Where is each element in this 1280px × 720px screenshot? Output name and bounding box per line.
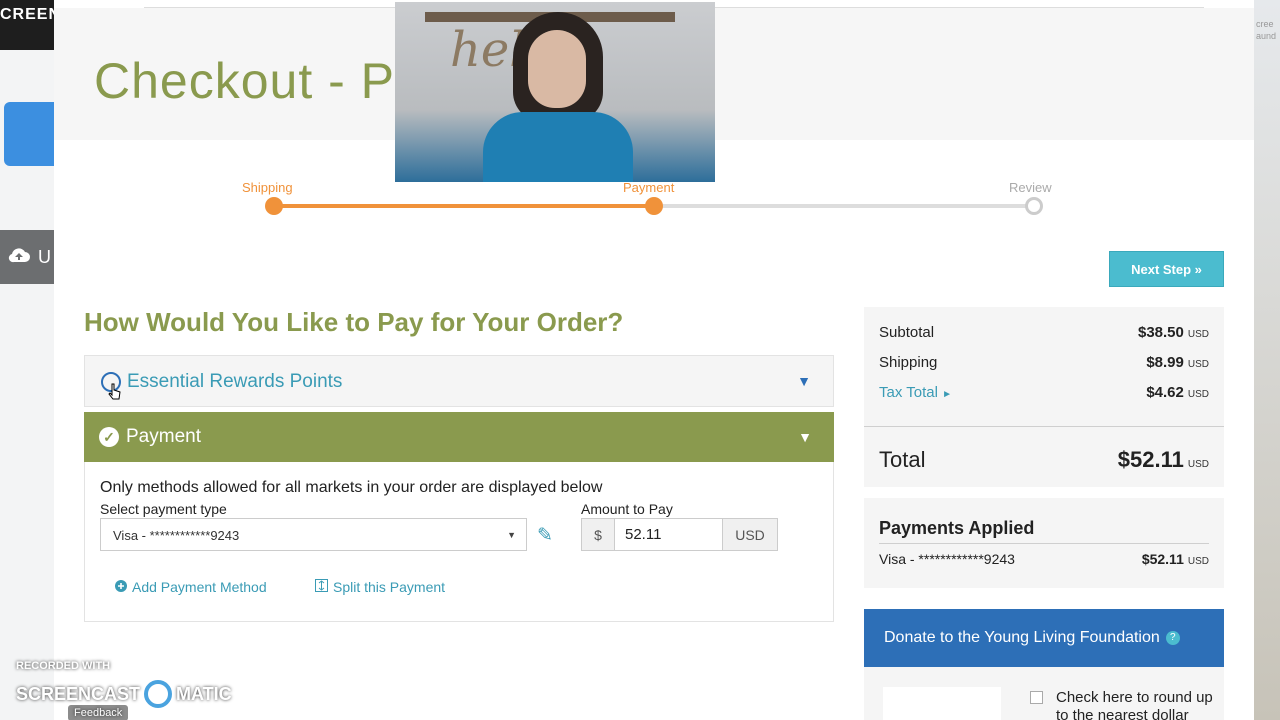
essential-rewards-accordion[interactable]: Essential Rewards Points ▼ [84, 355, 834, 407]
tax-value: $4.62 [1146, 384, 1184, 401]
payment-type-selected: Visa - ************9243 [113, 528, 240, 543]
upload-tab-label: U [38, 246, 51, 267]
step-payment-dot [645, 197, 663, 215]
next-step-button[interactable]: Next Step » [1109, 251, 1224, 287]
tax-total-label: Tax Total [879, 384, 938, 401]
tax-currency: USD [1187, 389, 1209, 400]
split-payment-label: Split this Payment [333, 579, 446, 595]
amount-to-pay-input[interactable] [615, 518, 722, 551]
brand-left-text: SCREENCAST [16, 683, 141, 704]
tax-row: Tax Total ► $4.62 USD [879, 384, 1209, 401]
brand-right-text: MATIC [176, 683, 232, 704]
amount-to-pay-label: Amount to Pay [581, 501, 673, 517]
subtotal-row: Subtotal $38.50 USD [879, 324, 1209, 341]
amount-to-pay-group: $ USD [581, 518, 778, 551]
shipping-value: $8.99 [1146, 354, 1184, 371]
payment-accordion-body: Only methods allowed for all markets in … [84, 462, 834, 622]
shipping-currency: USD [1187, 359, 1209, 370]
webcam-overlay: hello [395, 2, 715, 182]
dropdown-arrow-icon: ▼ [507, 530, 516, 540]
background-right-strip: cree aund [1254, 0, 1280, 720]
payment-methods-notice: Only methods allowed for all markets in … [100, 479, 603, 496]
step-review-label: Review [1009, 180, 1052, 195]
payment-type-label: Select payment type [100, 501, 227, 517]
total-value: $52.11 [1117, 447, 1184, 472]
upload-tab[interactable]: U [0, 230, 54, 284]
split-payment-link[interactable]: Split this Payment [315, 579, 445, 595]
shipping-row: Shipping $8.99 USD [879, 354, 1209, 371]
total-label: Total [879, 447, 926, 472]
caret-right-icon: ► [942, 389, 953, 400]
screencast-logo-icon [144, 680, 173, 708]
payment-type-select[interactable]: Visa - ************9243 ▼ [100, 518, 527, 551]
recorded-with-text: RECORDED WITH [16, 660, 111, 672]
cloud-upload-icon [8, 247, 30, 268]
page-title: Checkout - P [94, 53, 396, 109]
screencast-watermark: RECORDED WITH SCREENCAST MATIC Feedback [16, 660, 232, 720]
edit-pencil-icon[interactable]: ✎ [537, 524, 553, 547]
chevron-down-icon[interactable]: ▼ [797, 373, 811, 389]
currency-code-addon: USD [722, 518, 778, 551]
step-shipping-label[interactable]: Shipping [242, 180, 293, 195]
progress-track-complete [274, 204, 654, 208]
webcam-person-shirt [483, 112, 633, 182]
summary-divider [864, 426, 1224, 427]
background-left-strip: CREEN U [0, 0, 54, 720]
background-right-text: cree aund [1256, 19, 1277, 41]
donate-amount-box[interactable] [883, 687, 1001, 720]
plus-circle-icon [115, 579, 127, 595]
applied-payment-currency: USD [1187, 556, 1209, 567]
checkout-page: Checkout - P hello Shipping Payment Revi… [54, 0, 1254, 720]
donate-header: Donate to the Young Living Foundation ? [864, 609, 1224, 667]
step-review-dot [1025, 197, 1043, 215]
step-shipping-dot[interactable] [265, 197, 283, 215]
checkmark-icon: ✓ [99, 427, 119, 447]
tax-total-toggle[interactable]: Tax Total ► [879, 384, 952, 401]
shipping-label: Shipping [879, 354, 938, 371]
donate-title: Donate to the Young Living Foundation [884, 629, 1160, 646]
step-payment-label: Payment [623, 180, 675, 195]
currency-symbol-addon: $ [581, 518, 615, 551]
subtotal-label: Subtotal [879, 324, 935, 341]
chevron-down-icon[interactable]: ▼ [798, 429, 812, 445]
order-summary: Subtotal $38.50 USD Shipping $8.99 USD Tax… [864, 307, 1224, 487]
applied-payment-method: Visa - ************9243 [879, 551, 1015, 567]
split-icon [315, 579, 328, 595]
donate-panel: Check here to round up to the nearest do… [864, 667, 1224, 720]
help-icon[interactable]: ? [1165, 631, 1180, 645]
applied-payment-row: Visa - ************9243 $52.11 USD [879, 551, 1209, 567]
total-row: Total $52.11 USD [879, 447, 1209, 473]
round-up-label: Check here to round up to the nearest do… [1056, 689, 1213, 720]
progress-track-remaining [654, 204, 1034, 208]
subtotal-currency: USD [1187, 329, 1209, 340]
subtotal-value: $38.50 [1137, 324, 1184, 341]
payment-section-heading: How Would You Like to Pay for Your Order… [84, 307, 624, 337]
screencast-badge: CREEN [0, 0, 54, 50]
add-payment-method-label: Add Payment Method [132, 579, 267, 595]
total-currency: USD [1187, 459, 1209, 470]
rewards-accordion-label: Essential Rewards Points [127, 371, 343, 392]
feedback-button[interactable]: Feedback [68, 705, 129, 720]
payment-accordion-header[interactable]: ✓ Payment ▼ [84, 412, 834, 462]
applied-payment-amount: $52.11 [1141, 551, 1184, 567]
webcam-person-face [528, 30, 586, 108]
payment-accordion-label: Payment [126, 426, 201, 447]
payments-applied-heading: Payments Applied [879, 518, 1209, 544]
side-blue-tab[interactable] [4, 102, 54, 166]
add-payment-method-link[interactable]: Add Payment Method [115, 579, 267, 595]
payments-applied-panel: Payments Applied Visa - ************9243… [864, 498, 1224, 588]
mouse-cursor [108, 383, 122, 406]
round-up-checkbox[interactable] [1030, 691, 1043, 704]
